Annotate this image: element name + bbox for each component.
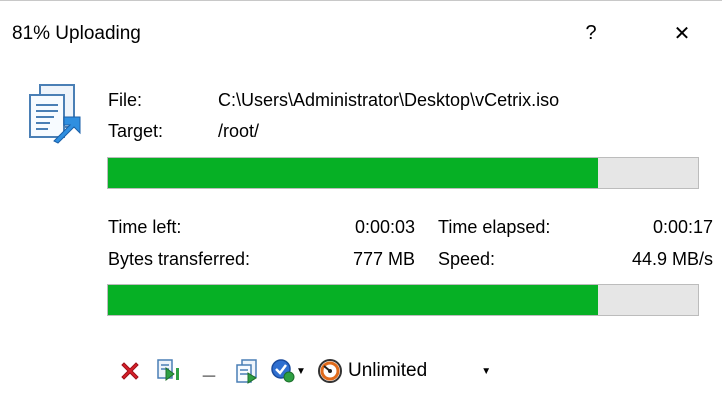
speed-limit-label: Unlimited: [348, 360, 428, 381]
chevron-down-icon: ▼: [296, 365, 306, 377]
total-progress-bar: [107, 284, 699, 316]
dialog-title: 81% Uploading: [12, 23, 141, 44]
file-progress-fill: [108, 158, 598, 188]
chevron-down-icon: ▼: [481, 365, 492, 377]
minimize-button[interactable]: _: [196, 354, 222, 386]
target-path: /root/: [218, 121, 260, 141]
speed-label: Speed:: [438, 249, 496, 269]
file-label: File:: [108, 90, 143, 110]
file-path: C:\Users\Administrator\Desktop\vCetrix.i…: [218, 90, 560, 110]
speed-value: 44.9 MB/s: [631, 249, 713, 269]
speed-limit-button[interactable]: Unlimited ▼: [316, 356, 491, 386]
after-completion-icon: [271, 359, 295, 383]
target-label: Target:: [108, 121, 164, 141]
bytes-transferred-value: 777 MB: [352, 249, 415, 269]
help-button[interactable]: ?: [571, 15, 611, 51]
time-elapsed-label: Time elapsed:: [438, 217, 551, 237]
file-upload-icon: [24, 83, 84, 147]
cancel-icon: [121, 362, 139, 380]
transfer-in-background-button[interactable]: [152, 356, 188, 386]
time-elapsed-value: 0:00:17: [652, 217, 713, 237]
total-progress-fill: [108, 285, 598, 315]
queue-icon: [236, 359, 257, 384]
transfer-in-background-icon: [157, 359, 179, 381]
after-completion-button[interactable]: ▼: [268, 356, 308, 386]
transfer-toolbar: _ ▼ Unlimited ▼: [114, 353, 491, 389]
speedometer-icon: [318, 359, 342, 383]
time-left-value: 0:00:03: [354, 217, 415, 237]
upload-progress-dialog: 81% Uploading ? ✕ File: C:\Users\Adminis…: [0, 0, 722, 418]
cancel-button[interactable]: [114, 356, 146, 386]
queue-button[interactable]: [230, 356, 264, 386]
time-left-label: Time left:: [108, 217, 182, 237]
bytes-transferred-label: Bytes transferred:: [108, 249, 251, 269]
close-button[interactable]: ✕: [662, 15, 702, 51]
file-progress-bar: [107, 157, 699, 189]
